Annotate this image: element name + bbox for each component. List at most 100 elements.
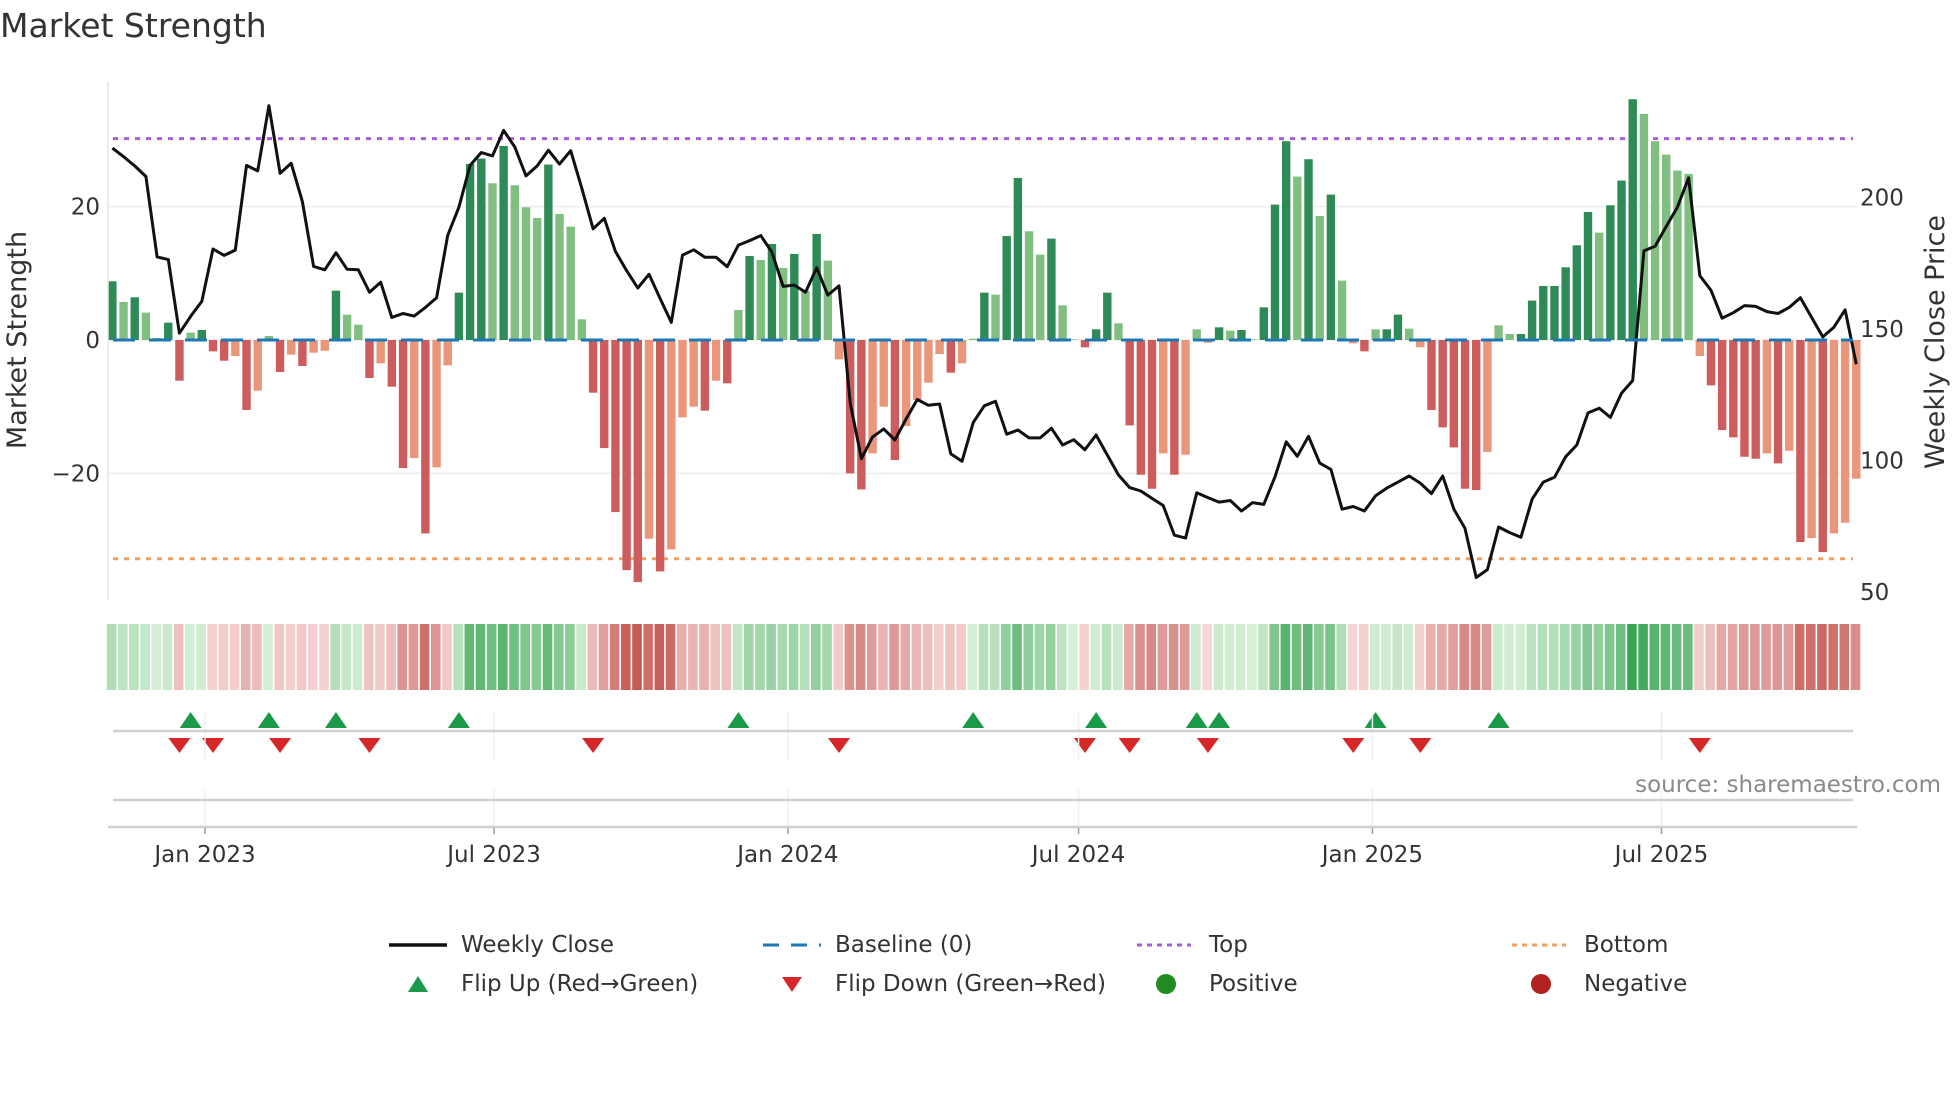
negative-bar: [935, 340, 944, 355]
positive-bar: [801, 290, 810, 340]
heatmap-cell: [117, 624, 128, 690]
positive-bar: [1572, 245, 1582, 340]
heatmap-cell: [576, 624, 586, 690]
negative-bar: [1829, 340, 1839, 534]
heatmap-cell: [1537, 624, 1548, 690]
negative-bar: [1773, 340, 1783, 464]
heatmap-cell: [1425, 624, 1436, 690]
negative-bar: [946, 340, 955, 373]
positive-bar: [331, 290, 341, 340]
positive-bar: [521, 207, 531, 340]
heatmap-cell: [1526, 624, 1537, 690]
heatmap-cell: [1850, 624, 1861, 690]
negative-bar: [600, 340, 609, 449]
positive-bar: [1058, 305, 1067, 340]
y2-tick-label: 100: [1860, 449, 1904, 475]
x-tick-label: Jan 2024: [735, 842, 838, 868]
positive-bar: [1371, 329, 1380, 340]
heatmap-cell: [699, 624, 709, 690]
positive-bar: [1583, 211, 1593, 340]
legend-label: Bottom: [1584, 932, 1669, 958]
positive-bar: [499, 145, 508, 340]
positive-bar: [1382, 329, 1391, 340]
positive-bar: [577, 319, 587, 340]
heatmap-cell: [833, 624, 844, 690]
heatmap-cell: [151, 624, 162, 690]
legend-item: Positive: [1137, 969, 1298, 999]
flip-up-marker: [324, 712, 347, 728]
heatmap-cell: [922, 624, 933, 690]
heatmap-cell: [609, 624, 620, 690]
negative-bar: [253, 340, 262, 391]
heatmap-cell: [1571, 624, 1581, 690]
negative-bar: [1717, 340, 1727, 431]
heatmap-cell: [1448, 624, 1458, 690]
flip-up-marker: [1085, 712, 1108, 728]
negative-bar: [834, 340, 844, 360]
positive-bar: [532, 217, 542, 340]
positive-bar: [756, 259, 765, 340]
negative-bar: [711, 340, 721, 381]
heatmap-cell: [229, 624, 240, 690]
heatmap-cell: [799, 624, 810, 690]
y2-tick-label: 150: [1860, 317, 1904, 343]
heatmap-cell: [967, 624, 978, 690]
positive-bar: [342, 314, 352, 340]
heatmap-cell: [1671, 624, 1682, 690]
heatmap-cell: [375, 624, 385, 690]
negative-bar: [723, 340, 732, 384]
heatmap-cell: [1392, 624, 1402, 690]
heatmap-cell: [989, 624, 1000, 690]
heatmap-cell: [1548, 624, 1559, 690]
heatmap-cell: [263, 624, 273, 690]
negative-bar: [432, 340, 441, 468]
negative-bar: [924, 340, 933, 383]
heatmap-cell: [1381, 624, 1391, 690]
legend-item: Baseline (0): [763, 930, 972, 960]
positive-bar: [477, 158, 486, 340]
positive-bar: [1103, 292, 1112, 340]
heatmap-cell: [218, 624, 229, 690]
positive-bar: [1337, 280, 1347, 340]
y-tick-label: 20: [71, 195, 100, 221]
positive-bar: [555, 213, 564, 340]
x-tick-label: Jul 2024: [1030, 842, 1126, 868]
heatmap-cell: [1738, 624, 1749, 690]
positive-bar: [354, 324, 363, 340]
positive-bar: [566, 226, 575, 340]
positive-bar: [465, 163, 475, 340]
heatmap-cell: [486, 624, 497, 690]
heatmap-cell: [397, 624, 408, 690]
negative-bar: [298, 340, 307, 367]
y-tick-label: 0: [85, 328, 100, 354]
heatmap-cell: [319, 624, 329, 690]
circle-icon: [1137, 969, 1195, 999]
heatmap-cell: [1258, 624, 1268, 690]
heatmap-cell: [1750, 624, 1760, 690]
flip-up-marker: [447, 712, 470, 728]
positive-bar: [1024, 231, 1034, 340]
heatmap-cell: [542, 624, 553, 690]
heatmap-cell: [1370, 624, 1380, 690]
axes: 200−2020015010050: [51, 82, 1904, 606]
y2-tick-label: 50: [1860, 580, 1889, 606]
y-tick-label: −20: [51, 461, 100, 487]
negative-bar: [879, 340, 888, 407]
heatmap-cell: [1336, 624, 1347, 690]
heatmap-cell: [1202, 624, 1212, 690]
heatmap-cell: [419, 624, 430, 690]
flip-up-marker: [1364, 712, 1387, 728]
positive-bar: [968, 338, 978, 340]
heatmap-cell: [1839, 624, 1850, 690]
negative-bar: [678, 340, 687, 418]
heatmap-cell: [1291, 624, 1302, 690]
x-tick-label: Jan 2025: [1320, 842, 1423, 868]
positive-bar: [1293, 176, 1302, 340]
positive-bar: [1639, 113, 1649, 341]
line-solid-icon: [389, 930, 447, 960]
negative-bar: [1460, 340, 1470, 489]
negative-bar: [1840, 340, 1850, 523]
heatmap-cell: [1414, 624, 1425, 690]
heatmap-cell: [1649, 624, 1660, 690]
heatmap-cell: [811, 624, 821, 690]
